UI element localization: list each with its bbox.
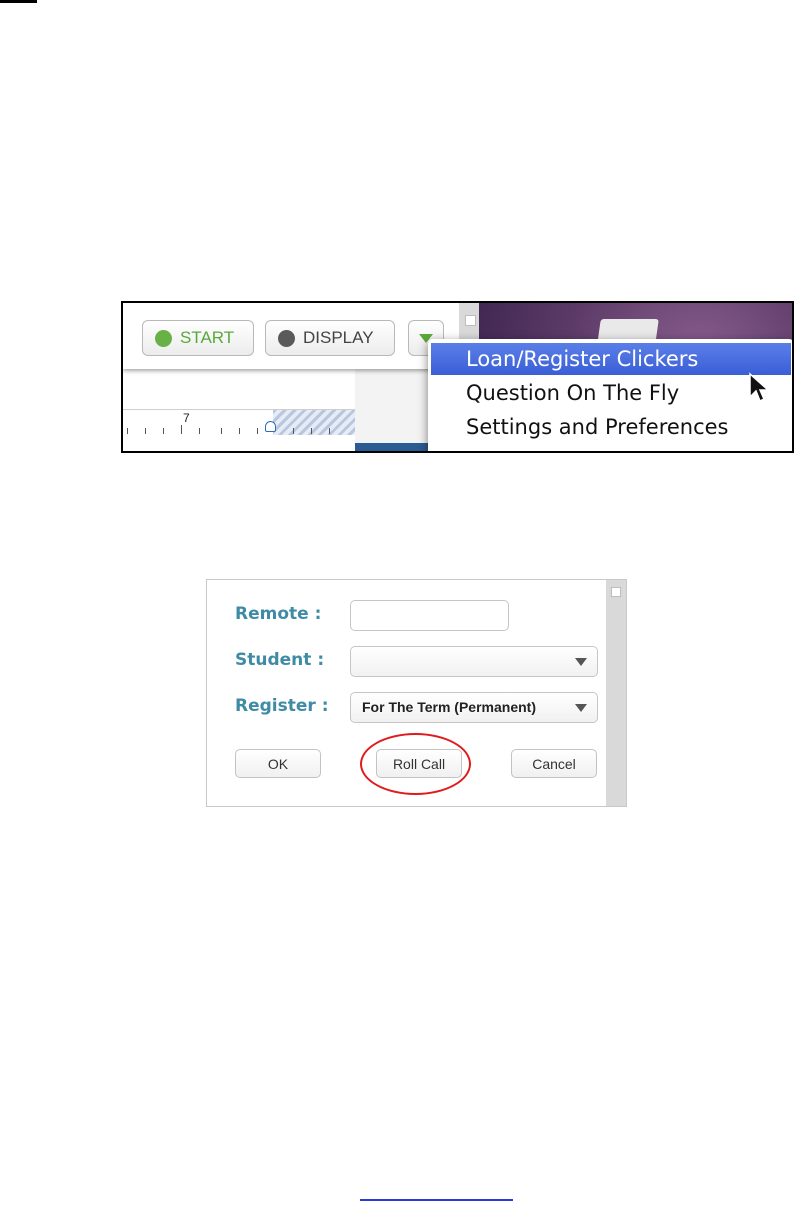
student-select[interactable] bbox=[350, 646, 598, 677]
ruler-tick bbox=[163, 428, 164, 434]
ruler-tick bbox=[239, 428, 240, 434]
start-button-label: START bbox=[180, 328, 235, 347]
ruler-number: 7 bbox=[183, 411, 190, 425]
ruler-tick bbox=[127, 428, 128, 434]
corner-rule bbox=[0, 0, 37, 3]
cancel-button[interactable]: Cancel bbox=[511, 749, 597, 778]
ok-button[interactable]: OK bbox=[235, 749, 321, 778]
caret-down-icon bbox=[575, 658, 587, 666]
start-button[interactable]: START bbox=[142, 320, 254, 356]
ruler-tick bbox=[181, 425, 182, 434]
dialog-scrollbar[interactable] bbox=[606, 580, 626, 806]
register-clicker-dialog: Remote : Student : Register : For The Te… bbox=[206, 579, 627, 807]
remote-input[interactable] bbox=[350, 600, 509, 631]
mouse-pointer-icon bbox=[749, 372, 770, 403]
indent-marker-icon[interactable] bbox=[265, 421, 276, 432]
ruler-tick bbox=[145, 428, 146, 434]
student-label: Student : bbox=[235, 650, 325, 670]
menu-item-settings[interactable]: Settings and Preferences bbox=[431, 411, 791, 443]
display-button[interactable]: DISPLAY bbox=[265, 320, 395, 356]
register-select-value: For The Term (Permanent) bbox=[362, 699, 536, 715]
register-label: Register : bbox=[235, 696, 329, 716]
ruler-tick bbox=[311, 428, 312, 434]
ruler-margin-hatch bbox=[273, 410, 355, 436]
scroll-handle[interactable] bbox=[611, 587, 621, 597]
ruler-tick bbox=[221, 428, 222, 434]
options-dropdown-menu: Loan/Register Clickers Question On The F… bbox=[428, 339, 792, 451]
ruler-tick bbox=[257, 428, 258, 434]
document-ruler: 7 bbox=[123, 409, 355, 436]
caret-down-icon bbox=[575, 704, 587, 712]
toolbar-screenshot: START DISPLAY 7 Loan/Register Clickers Q… bbox=[121, 301, 794, 453]
ruler-tick bbox=[199, 428, 200, 434]
register-select[interactable]: For The Term (Permanent) bbox=[350, 692, 598, 723]
menu-item-loan-register[interactable]: Loan/Register Clickers bbox=[431, 343, 791, 375]
ruler-tick bbox=[329, 428, 330, 434]
start-dot-icon bbox=[155, 329, 172, 347]
display-dot-icon bbox=[278, 329, 295, 347]
menu-item-question-on-the-fly[interactable]: Question On The Fly bbox=[431, 377, 791, 409]
scroll-handle[interactable] bbox=[465, 315, 476, 326]
clicker-toolbar: START DISPLAY bbox=[123, 303, 459, 369]
remote-label: Remote : bbox=[235, 604, 322, 624]
document-page bbox=[123, 435, 355, 451]
display-button-label: DISPLAY bbox=[303, 328, 374, 347]
selection-strip bbox=[355, 443, 435, 451]
roll-call-button[interactable]: Roll Call bbox=[376, 749, 462, 778]
ruler-tick bbox=[293, 428, 294, 434]
footer-link-underline[interactable] bbox=[360, 1199, 513, 1201]
